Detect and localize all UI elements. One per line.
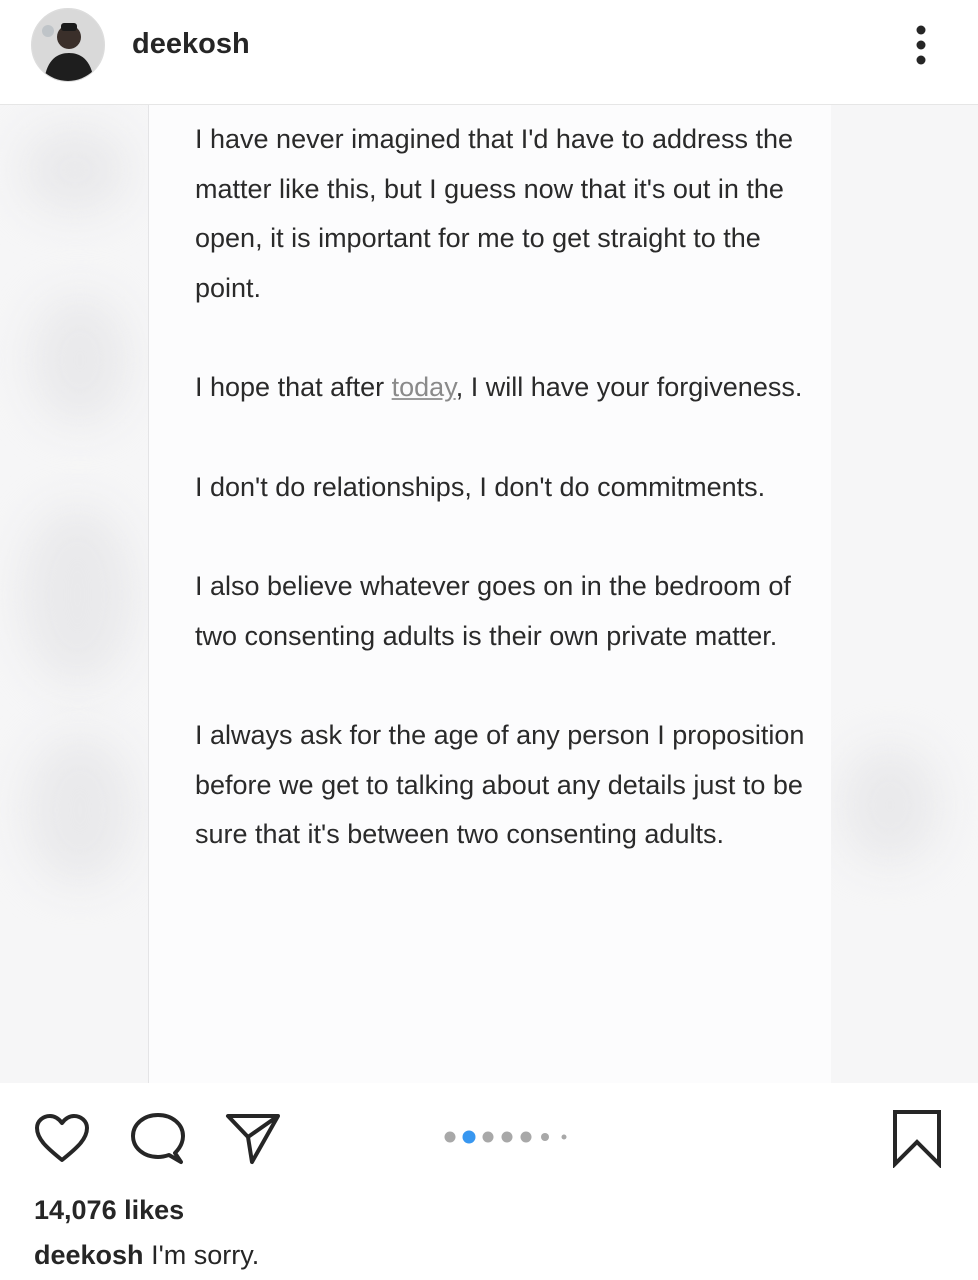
carousel-dots <box>444 1130 567 1144</box>
background-blur <box>20 125 130 215</box>
carousel-dot <box>482 1131 494 1143</box>
background-blur <box>840 745 940 865</box>
comment-icon[interactable] <box>128 1112 186 1171</box>
today-link: today <box>391 372 456 402</box>
user-avatar-icon <box>32 9 104 81</box>
caption: deekosh I'm sorry. <box>34 1240 259 1271</box>
paragraph-3: I don't do relationships, I don't do com… <box>195 471 766 502</box>
paragraph-2: I hope that after today, I will have you… <box>195 363 805 413</box>
post-header: deekosh <box>0 0 978 105</box>
background-blur <box>20 505 135 685</box>
more-vertical-icon[interactable] <box>906 20 936 70</box>
screenshot-paper: I have never imagined that I'd have to a… <box>148 105 831 1083</box>
paragraph-5: I always ask for the age of any person I… <box>195 720 805 849</box>
carousel-dot <box>561 1134 567 1140</box>
caption-text: I'm sorry. <box>151 1240 260 1270</box>
background-blur <box>25 735 135 885</box>
likes-count[interactable]: 14,076 likes <box>34 1195 184 1226</box>
paper-plane-icon[interactable] <box>224 1110 282 1171</box>
avatar[interactable] <box>31 8 105 82</box>
post-text: I have never imagined that I'd have to a… <box>195 115 805 910</box>
heart-icon[interactable] <box>33 1112 91 1169</box>
carousel-dot <box>520 1131 532 1143</box>
paragraph-4: I also believe whatever goes on in the b… <box>195 571 791 651</box>
paragraph-1: I have never imagined that I'd have to a… <box>195 124 794 303</box>
paragraph-2-start: I hope that after <box>195 372 392 402</box>
post-username[interactable]: deekosh <box>132 28 250 61</box>
caption-username[interactable]: deekosh <box>34 1240 144 1270</box>
post-image[interactable]: I have never imagined that I'd have to a… <box>0 105 978 1083</box>
carousel-dot-active <box>462 1130 476 1144</box>
carousel-dot <box>444 1131 456 1143</box>
carousel-dot <box>501 1131 513 1143</box>
carousel-dot <box>541 1133 549 1141</box>
background-blur <box>30 295 130 425</box>
bookmark-icon[interactable] <box>891 1108 943 1173</box>
paragraph-2-end: , I will have your forgiveness. <box>455 372 803 402</box>
